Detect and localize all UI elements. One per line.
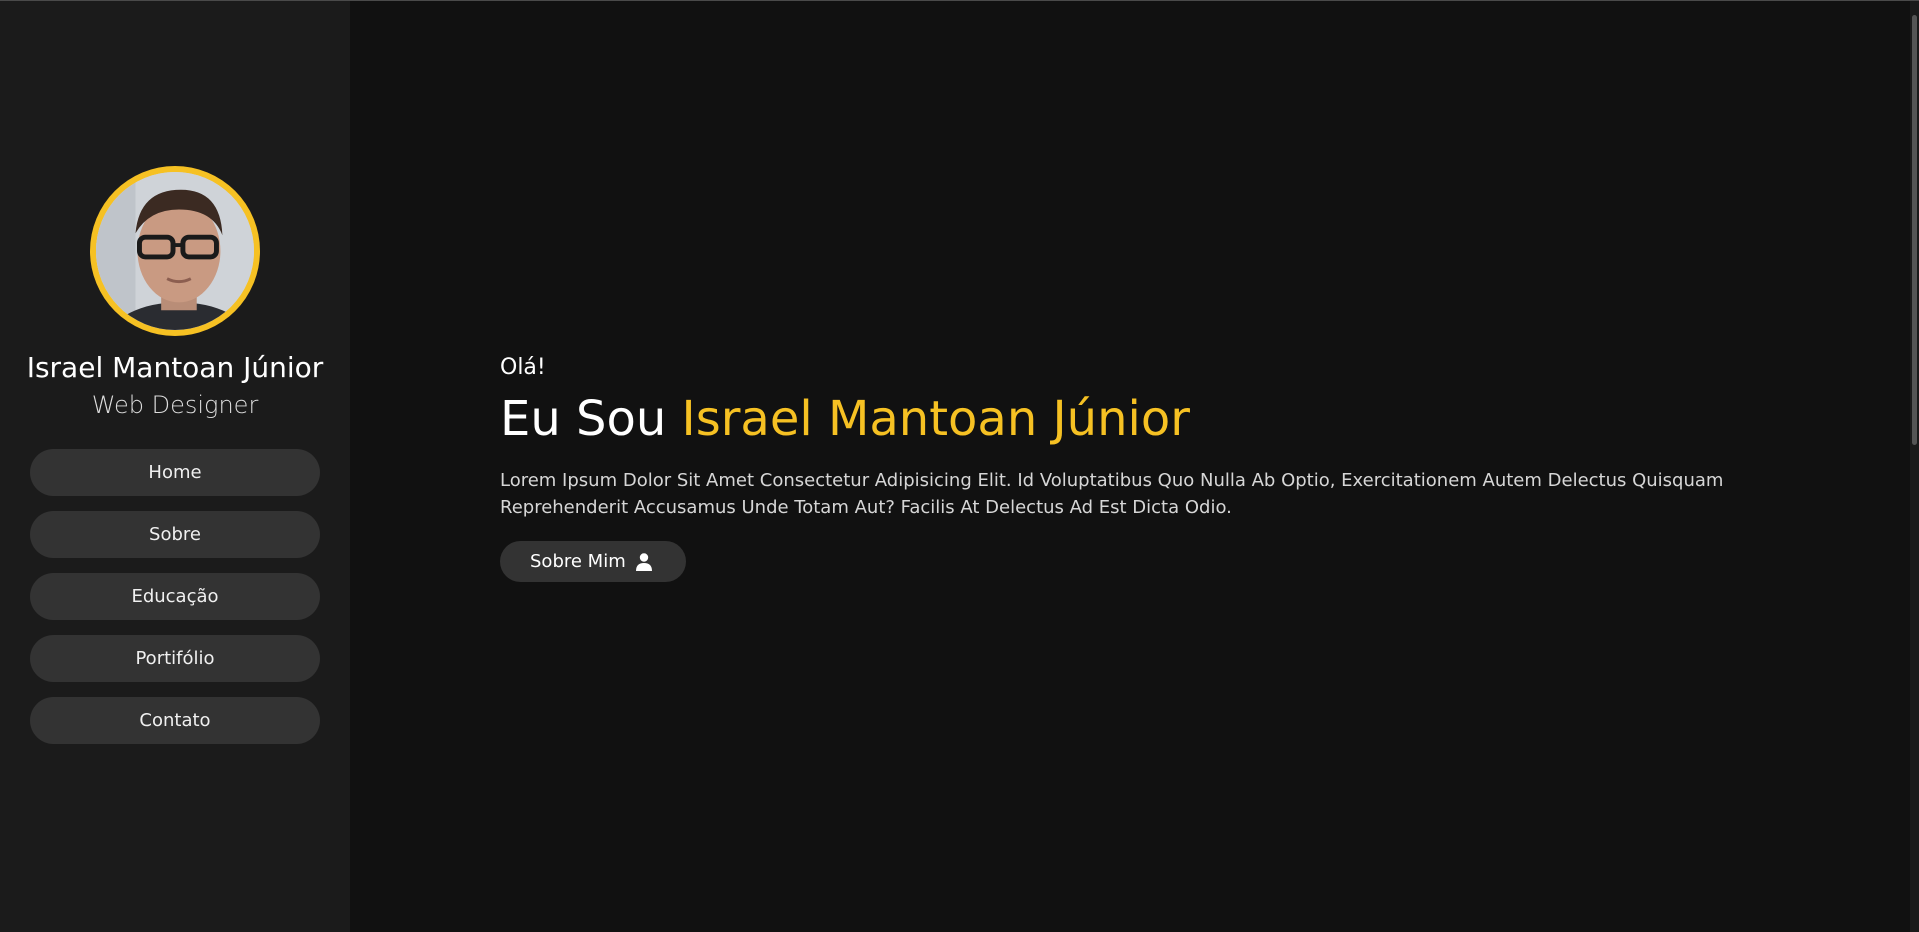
about-me-label: Sobre Mim	[530, 551, 626, 572]
nav-home[interactable]: Home	[30, 449, 320, 496]
headline-name: Israel Mantoan Júnior	[681, 391, 1190, 447]
profile-name: Israel Mantoan Júnior	[26, 351, 324, 384]
avatar	[90, 166, 260, 336]
hero-section: Olá! Eu Sou Israel Mantoan Júnior Lorem …	[350, 1, 1919, 932]
nav-educacao[interactable]: Educação	[30, 573, 320, 620]
hero-description: Lorem Ipsum Dolor Sit Amet Consectetur A…	[500, 470, 1724, 518]
sidebar: Israel Mantoan Júnior Web Designer Home …	[0, 1, 350, 932]
nav-sobre[interactable]: Sobre	[30, 511, 320, 558]
nav-portifolio[interactable]: Portifólio	[30, 635, 320, 682]
vertical-scrollbar[interactable]	[1910, 1, 1919, 932]
nav-contato[interactable]: Contato	[30, 697, 320, 744]
headline: Eu Sou Israel Mantoan Júnior	[500, 391, 1190, 447]
profile-photo	[96, 172, 254, 330]
scrollbar-thumb[interactable]	[1912, 15, 1917, 445]
about-me-button[interactable]: Sobre Mim	[500, 541, 686, 582]
user-icon	[635, 552, 652, 571]
headline-prefix: Eu Sou	[500, 391, 667, 447]
greeting: Olá!	[500, 355, 546, 380]
profile-role: Web Designer	[91, 391, 259, 419]
sidebar-nav: Home Sobre Educação Portifólio Contato	[30, 449, 320, 759]
